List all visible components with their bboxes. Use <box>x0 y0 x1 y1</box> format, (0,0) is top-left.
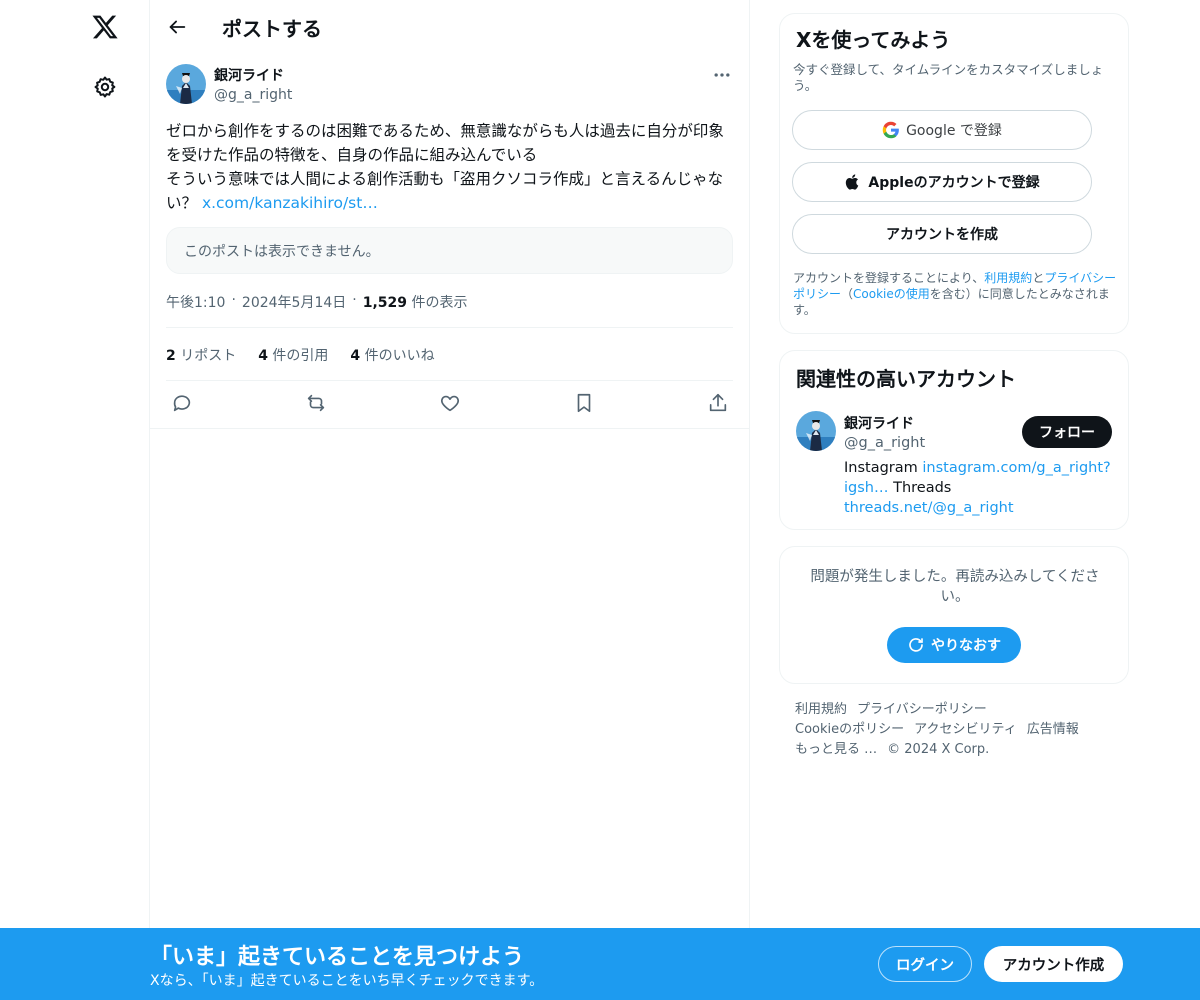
bio-text: Threads <box>888 480 952 496</box>
page-title: ポストする <box>222 17 322 41</box>
repost-count-value: 2 <box>166 348 176 364</box>
signup-button[interactable]: アカウント作成 <box>984 946 1123 982</box>
footer-link-more[interactable]: もっと見る … <box>795 742 877 757</box>
repost-icon[interactable] <box>305 392 327 414</box>
footer-copyright: © 2024 X Corp. <box>887 742 990 757</box>
divider <box>166 380 733 381</box>
google-signup-label: Google で登録 <box>906 123 1002 139</box>
repost-count-label: リポスト <box>180 348 237 364</box>
retry-label: やりなおす <box>931 638 1001 654</box>
footer-links: 利用規約 プライバシーポリシー Cookieのポリシー アクセシビリティ 広告情報 も… <box>795 700 1115 760</box>
view-count-label: 件の表示 <box>411 295 468 311</box>
divider <box>166 327 733 328</box>
footer-link-privacy[interactable]: プライバシーポリシー <box>857 702 987 717</box>
author-name[interactable]: 銀河ライド <box>214 65 284 85</box>
quote-count-label: 件の引用 <box>272 348 329 364</box>
create-account-label: アカウントを作成 <box>886 227 998 243</box>
view-count: 1,529 件の表示 <box>363 292 468 312</box>
quote-unavailable-text: このポストは表示できません。 <box>184 243 380 260</box>
footer-link-cookie[interactable]: Cookieのポリシー <box>795 722 904 737</box>
quote-count-value: 4 <box>258 348 268 364</box>
bottom-signup-banner: 「いま」起きていることを見つけよう Xなら、「いま」起きていることをいち早くチェ… <box>0 928 1200 1000</box>
error-card: 問題が発生しました。再読み込みしてください。 やりなおす <box>779 546 1129 684</box>
related-handle[interactable]: @g_a_right <box>844 435 925 451</box>
login-button[interactable]: ログイン <box>878 946 972 982</box>
related-bio: Instagram instagram.com/g_a_right?igsh… … <box>844 458 1114 518</box>
more-horizontal-icon[interactable] <box>712 65 732 85</box>
post-stats: 2 リポスト 4 件の引用 4 件のいいね <box>166 345 435 365</box>
gear-icon[interactable] <box>93 75 117 99</box>
refresh-icon <box>907 636 925 654</box>
footer-link-accessibility[interactable]: アクセシビリティ <box>914 722 1017 737</box>
apple-signup-button[interactable]: Appleのアカウントで登録 <box>792 162 1092 202</box>
share-icon[interactable] <box>707 392 729 414</box>
related-name[interactable]: 銀河ライド <box>844 413 914 433</box>
footer-link-ads[interactable]: 広告情報 <box>1027 722 1079 737</box>
legal-text: アカウントを登録することにより、 <box>793 271 985 285</box>
main-column: ポストする 銀河ライド @g_a_right ゼロから創作をするのは困難であるた… <box>149 0 750 1000</box>
related-accounts-card: 関連性の高いアカウント 銀河ライド @g_a_right フォロー Instag… <box>779 350 1129 530</box>
google-icon <box>882 121 900 139</box>
banner-subtitle: Xなら、「いま」起きていることをいち早くチェックできます。 <box>150 973 544 989</box>
quote-count[interactable]: 4 件の引用 <box>258 345 328 365</box>
author-avatar[interactable] <box>166 64 206 104</box>
view-count-value: 1,529 <box>362 295 408 311</box>
post-link[interactable]: x.com/kanzakihiro/st… <box>202 194 378 212</box>
apple-signup-label: Appleのアカウントで登録 <box>868 175 1040 191</box>
banner-title: 「いま」起きていることを見つけよう <box>150 945 525 970</box>
retry-button[interactable]: やりなおす <box>887 627 1021 663</box>
like-count-value: 4 <box>350 348 361 364</box>
post-text: ゼロから創作をするのは困難であるため、無意識ながらも人は過去に自分が印象を受けた… <box>166 119 736 215</box>
error-message: 問題が発生しました。再読み込みしてください。 <box>810 569 1100 605</box>
signup-subtitle: 今すぐ登録して、タイムラインをカスタマイズしましょう。 <box>793 62 1104 93</box>
follow-button[interactable]: フォロー <box>1022 416 1112 448</box>
signup-legal-text: アカウントを登録することにより、利用規約とプライバシーポリシー（Cookieの使… <box>793 270 1123 318</box>
meta-separator: · <box>231 292 236 308</box>
create-account-button[interactable]: アカウントを作成 <box>792 214 1092 254</box>
signup-title: Xを使ってみよう <box>796 28 951 52</box>
apple-icon <box>844 173 862 191</box>
post-date[interactable]: 2024年5月14日 <box>242 292 346 312</box>
quote-unavailable-box: このポストは表示できません。 <box>166 227 733 274</box>
bio-text: Instagram <box>844 460 923 476</box>
cookie-link[interactable]: Cookieの使用 <box>853 287 930 301</box>
author-handle[interactable]: @g_a_right <box>214 87 292 103</box>
google-signup-button[interactable]: Google で登録 <box>792 110 1092 150</box>
threads-link[interactable]: threads.net/@g_a_right <box>844 500 1014 516</box>
related-avatar[interactable] <box>796 411 836 451</box>
terms-link[interactable]: 利用規約 <box>984 271 1032 285</box>
reply-icon[interactable] <box>171 392 193 414</box>
meta-separator: · <box>352 292 357 308</box>
post-actions <box>150 392 750 416</box>
like-count-label: 件のいいね <box>364 348 435 364</box>
arrow-left-icon[interactable] <box>166 16 188 38</box>
related-title: 関連性の高いアカウント <box>796 367 1016 391</box>
x-logo-icon[interactable] <box>91 13 119 41</box>
footer-link-terms[interactable]: 利用規約 <box>795 702 847 717</box>
signup-card: Xを使ってみよう 今すぐ登録して、タイムラインをカスタマイズしましょう。 Goo… <box>779 13 1129 334</box>
divider <box>150 428 750 429</box>
post-time[interactable]: 午後1:10 <box>166 292 225 312</box>
legal-text: と <box>1032 271 1045 285</box>
bookmark-icon[interactable] <box>573 392 595 414</box>
heart-icon[interactable] <box>439 392 461 414</box>
page-header: ポストする <box>150 0 750 54</box>
like-count[interactable]: 4 件のいいね <box>350 345 434 365</box>
repost-count[interactable]: 2 リポスト <box>166 345 236 365</box>
legal-text: （ <box>841 287 854 301</box>
post-meta: 午後1:10 · 2024年5月14日 · 1,529 件の表示 <box>166 292 467 312</box>
left-nav <box>0 0 150 1000</box>
